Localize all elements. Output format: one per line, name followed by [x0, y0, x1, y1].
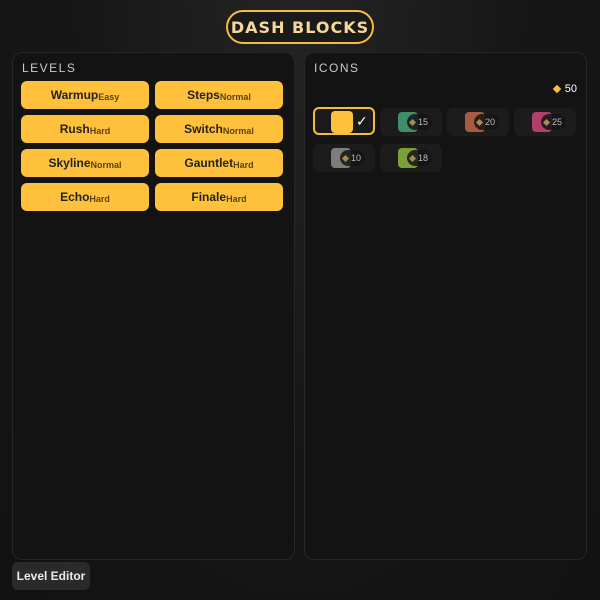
level-difficulty: Normal: [90, 159, 122, 170]
icon-slot-gray[interactable]: 10: [313, 144, 375, 172]
level-grid: Warmup Easy Steps Normal Rush Hard Switch No…: [21, 81, 283, 211]
icon-price: 18: [418, 153, 429, 163]
level-name: Finale: [191, 190, 227, 204]
level-name: Rush: [59, 122, 90, 136]
level-difficulty: Normal: [222, 125, 254, 136]
level-difficulty: Hard: [89, 125, 111, 136]
icon-price: 20: [485, 117, 496, 127]
icon-slot-pink[interactable]: 25: [514, 108, 576, 136]
icon-price: 25: [552, 117, 563, 127]
price-tag: 10: [340, 150, 366, 166]
level-name: Gauntlet: [184, 156, 234, 170]
diamond-icon: [341, 154, 350, 162]
level-button-warmup[interactable]: Warmup Easy: [21, 81, 149, 109]
diamond-icon: [408, 154, 417, 162]
diamond-icon: [542, 118, 551, 126]
level-difficulty: Hard: [89, 193, 110, 204]
level-button-rush[interactable]: Rush Hard: [21, 115, 149, 143]
icon-price: 15: [418, 117, 429, 127]
price-tag: 15: [407, 114, 433, 130]
level-name: Warmup: [50, 88, 99, 102]
level-name: Skyline: [48, 156, 91, 170]
level-button-switch[interactable]: Switch Normal: [155, 115, 283, 143]
icon-slot-green[interactable]: 15: [380, 108, 442, 136]
icon-price: 10: [351, 153, 362, 163]
level-difficulty: Easy: [98, 91, 120, 102]
icons-label: ICONS: [314, 61, 360, 75]
icon-swatch: [331, 111, 353, 133]
diamond-icon: [475, 118, 484, 126]
level-difficulty: Normal: [219, 91, 251, 102]
level-name: Steps: [187, 88, 220, 102]
levels-label: LEVELS: [22, 61, 77, 75]
level-button-gauntlet[interactable]: Gauntlet Hard: [155, 149, 283, 177]
level-button-echo[interactable]: Echo Hard: [21, 183, 149, 211]
level-difficulty: Hard: [233, 159, 254, 170]
diamond-icon: [408, 118, 417, 126]
icons-panel: ICONS 50 ✓ 15 20 25 10 18: [304, 52, 587, 560]
level-button-steps[interactable]: Steps Normal: [155, 81, 283, 109]
levels-panel: LEVELS Warmup Easy Steps Normal Rush Hard S…: [12, 52, 295, 560]
diamond-icon: [552, 84, 561, 94]
level-editor-button[interactable]: Level Editor: [12, 562, 90, 590]
coin-count: 50: [564, 83, 577, 95]
price-tag: 25: [541, 114, 567, 130]
price-tag: 18: [407, 150, 433, 166]
level-name: Echo: [60, 190, 90, 204]
icon-slot-brown[interactable]: 20: [447, 108, 509, 136]
icon-slot-yellow[interactable]: ✓: [313, 107, 375, 135]
icon-slot-olive[interactable]: 18: [380, 144, 442, 172]
game-title: DASH BLOCKS: [226, 10, 374, 44]
selected-check-icon: ✓: [356, 113, 368, 129]
level-button-finale[interactable]: Finale Hard: [155, 183, 283, 211]
level-difficulty: Hard: [226, 193, 247, 204]
price-tag: 20: [474, 114, 500, 130]
coin-balance: 50: [552, 83, 577, 95]
level-name: Switch: [184, 122, 223, 136]
level-button-skyline[interactable]: Skyline Normal: [21, 149, 149, 177]
